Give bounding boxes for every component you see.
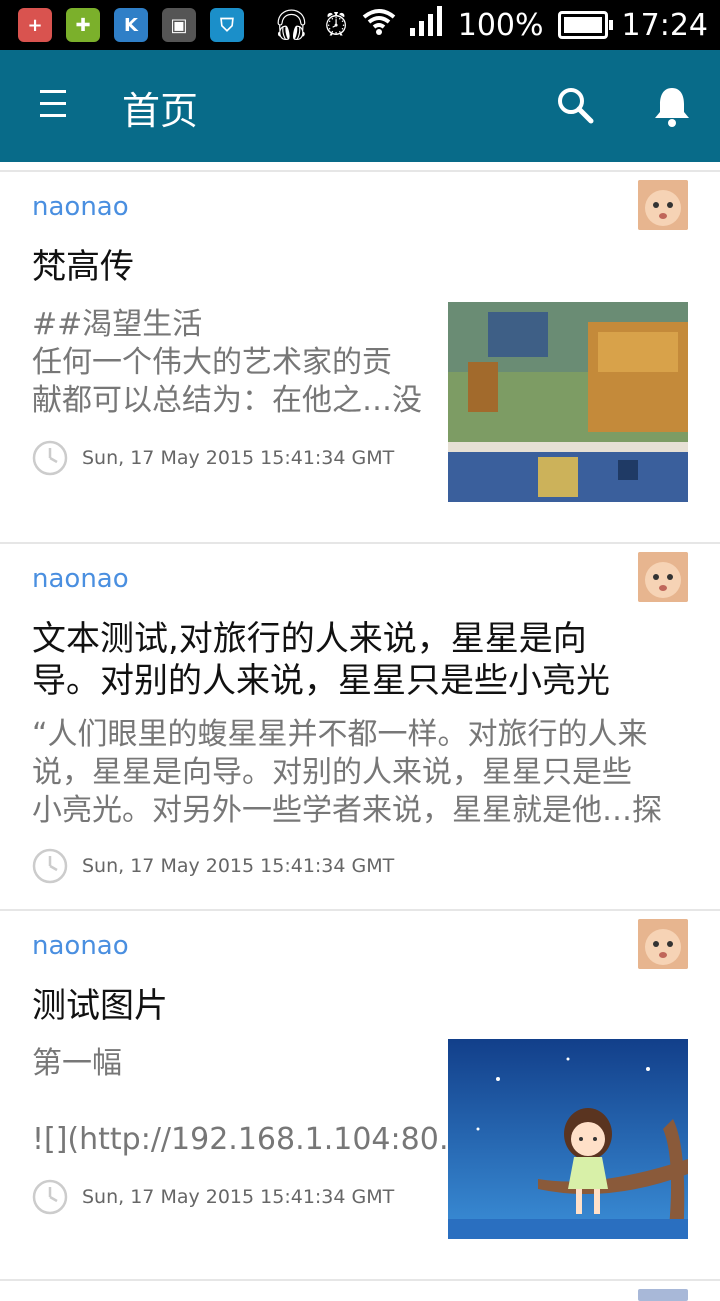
excerpt-line: 小亮光。对另外一些学者来说，星星就是他…探 bbox=[32, 793, 662, 828]
shield-app-icon: ⛉ bbox=[210, 8, 244, 42]
post-excerpt: “人们眼里的蝮星星并不都一样。对旅行的人来 说，星星是向导。对别的人来说，星星只… bbox=[32, 716, 662, 830]
post-card[interactable] bbox=[0, 1279, 720, 1301]
post-excerpt: ##渴望生活 任何一个伟大的艺术家的贡 献都可以总结为：在他之…没 bbox=[32, 306, 422, 420]
post-author[interactable]: naonao bbox=[32, 931, 129, 961]
post-thumbnail[interactable] bbox=[448, 302, 688, 502]
post-time: Sun, 17 May 2015 15:41:34 GMT bbox=[82, 1186, 395, 1208]
excerpt-line: 第一幅 bbox=[32, 1046, 122, 1081]
post-card[interactable]: naonao 文本测试,对旅行的人来说，星星是向 导。对别的人来说，星星只是些小… bbox=[0, 542, 720, 909]
clock-icon bbox=[32, 440, 68, 476]
post-feed: naonao 梵高传 ##渴望生活 任何一个伟大的艺术家的贡 献都可以总结为：在… bbox=[0, 162, 720, 1301]
red-plus-app-icon: + bbox=[18, 8, 52, 42]
gallery-app-icon: ▣ bbox=[162, 8, 196, 42]
system-indicators: 🎧︎ ⏰︎ 100% 17:24 bbox=[272, 6, 708, 44]
excerpt-line: ![](http://192.168.1.104:80…i bbox=[32, 1122, 478, 1157]
notification-icons: + ✚ K ▣ ⛉ bbox=[18, 8, 244, 42]
post-title[interactable]: 文本测试,对旅行的人来说，星星是向 导。对别的人来说，星星只是些小亮光 bbox=[32, 618, 672, 702]
title-line: 文本测试,对旅行的人来说，星星是向 bbox=[32, 619, 587, 659]
post-timestamp: Sun, 17 May 2015 15:41:34 GMT bbox=[32, 1179, 394, 1215]
green-game-app-icon: ✚ bbox=[66, 8, 100, 42]
excerpt-line: 献都可以总结为：在他之…没 bbox=[32, 383, 422, 418]
search-icon[interactable] bbox=[556, 86, 594, 124]
post-card[interactable]: naonao 测试图片 第一幅 ![](http://192.168.1.104… bbox=[0, 909, 720, 1279]
avatar[interactable] bbox=[638, 1289, 688, 1301]
post-time: Sun, 17 May 2015 15:41:34 GMT bbox=[82, 855, 395, 877]
battery-icon bbox=[557, 11, 613, 39]
avatar[interactable] bbox=[638, 919, 688, 969]
post-thumbnail[interactable] bbox=[448, 1039, 688, 1239]
wifi-icon bbox=[362, 7, 396, 43]
avatar[interactable] bbox=[638, 180, 688, 230]
post-title[interactable]: 梵高传 bbox=[32, 246, 672, 288]
page-title: 首页 bbox=[122, 89, 199, 133]
excerpt-line bbox=[32, 1083, 477, 1121]
clock-time: 17:24 bbox=[621, 7, 708, 43]
excerpt-line: 任何一个伟大的艺术家的贡 bbox=[32, 345, 392, 380]
post-excerpt: 第一幅 ![](http://192.168.1.104:80…i bbox=[32, 1045, 477, 1159]
post-timestamp: Sun, 17 May 2015 15:41:34 GMT bbox=[32, 848, 394, 884]
post-time: Sun, 17 May 2015 15:41:34 GMT bbox=[82, 447, 395, 469]
post-card[interactable]: naonao 梵高传 ##渴望生活 任何一个伟大的艺术家的贡 献都可以总结为：在… bbox=[0, 170, 720, 542]
alarm-icon: ⏰︎ bbox=[324, 7, 348, 43]
post-author[interactable]: naonao bbox=[32, 192, 129, 222]
post-author[interactable]: naonao bbox=[32, 564, 129, 594]
status-bar: + ✚ K ▣ ⛉ 🎧︎ ⏰︎ 100% 17:24 bbox=[0, 0, 720, 50]
battery-percent: 100% bbox=[457, 7, 544, 43]
post-title[interactable]: 测试图片 bbox=[32, 985, 672, 1027]
bell-icon[interactable] bbox=[652, 84, 692, 128]
k-music-app-icon: K bbox=[114, 8, 148, 42]
clock-icon bbox=[32, 1179, 68, 1215]
headphones-icon: 🎧︎ bbox=[272, 7, 311, 43]
excerpt-line: ##渴望生活 bbox=[32, 307, 203, 342]
excerpt-line: 说，星星是向导。对别的人来说，星星只是些 bbox=[32, 755, 632, 790]
avatar[interactable] bbox=[638, 552, 688, 602]
excerpt-line: “人们眼里的蝮星星并不都一样。对旅行的人来 bbox=[32, 717, 648, 752]
menu-icon[interactable] bbox=[40, 90, 66, 117]
clock-icon bbox=[32, 848, 68, 884]
title-line: 导。对别的人来说，星星只是些小亮光 bbox=[32, 661, 610, 701]
post-timestamp: Sun, 17 May 2015 15:41:34 GMT bbox=[32, 440, 394, 476]
signal-icon bbox=[409, 6, 444, 44]
app-bar: 首页 bbox=[0, 50, 720, 162]
